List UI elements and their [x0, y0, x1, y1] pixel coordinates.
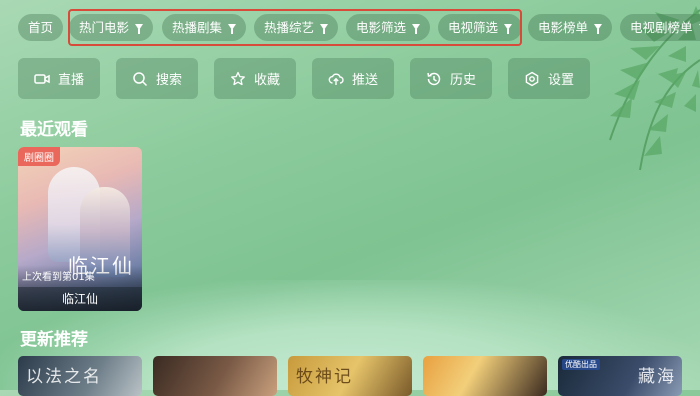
history-button[interactable]: 历史 [410, 58, 492, 99]
recent-section-title: 最近观看 [20, 120, 88, 140]
thumb-title-art: 藏海 [638, 367, 676, 387]
action-label: 历史 [449, 73, 476, 88]
selection-highlight-box [68, 9, 522, 46]
recent-item-card[interactable]: 剧圈圈 临江仙 上次看到第01集 临江仙 [18, 147, 142, 311]
action-label: 收藏 [253, 73, 280, 88]
recommend-item-card[interactable] [153, 356, 277, 396]
push-button[interactable]: 推送 [312, 58, 394, 99]
nav-tab-label: 电影榜单 [538, 20, 589, 35]
thumb-title-art: 牧神记 [296, 367, 353, 387]
nav-tab-tv-ranking[interactable]: 电视剧榜单 [620, 14, 700, 41]
action-label: 直播 [57, 73, 84, 88]
recommend-item-card[interactable]: 优酷出品 藏海 [558, 356, 682, 396]
recommend-item-card[interactable]: 牧神记 [288, 356, 412, 396]
star-icon [231, 71, 245, 85]
live-camera-icon [34, 73, 50, 84]
source-badge: 剧圈圈 [18, 147, 60, 166]
search-icon [133, 71, 148, 86]
history-icon [427, 72, 441, 85]
nav-tab-home[interactable]: 首页 [18, 14, 64, 41]
nav-tab-movie-ranking[interactable]: 电影榜单 [528, 14, 613, 41]
action-label: 设置 [547, 73, 574, 88]
card-title: 临江仙 [18, 287, 142, 311]
recommend-section-title: 更新推荐 [20, 330, 88, 350]
favorites-button[interactable]: 收藏 [214, 58, 296, 99]
settings-icon [525, 71, 539, 86]
filter-icon [594, 23, 603, 34]
nav-tab-label: 首页 [28, 20, 54, 35]
action-label: 推送 [351, 73, 378, 88]
search-button[interactable]: 搜索 [116, 58, 198, 99]
watch-progress-text: 上次看到第01集 [22, 272, 95, 283]
settings-button[interactable]: 设置 [508, 58, 590, 99]
action-label: 搜索 [155, 73, 182, 88]
recommend-item-card[interactable] [423, 356, 547, 396]
upload-cloud-icon [328, 72, 344, 85]
nav-tab-label: 电视剧榜单 [630, 20, 693, 35]
live-button[interactable]: 直播 [18, 58, 100, 99]
recommend-item-card[interactable]: 以法之名 [18, 356, 142, 396]
thumb-title-art: 以法之名 [26, 367, 102, 387]
producer-tag: 优酷出品 [562, 359, 600, 370]
